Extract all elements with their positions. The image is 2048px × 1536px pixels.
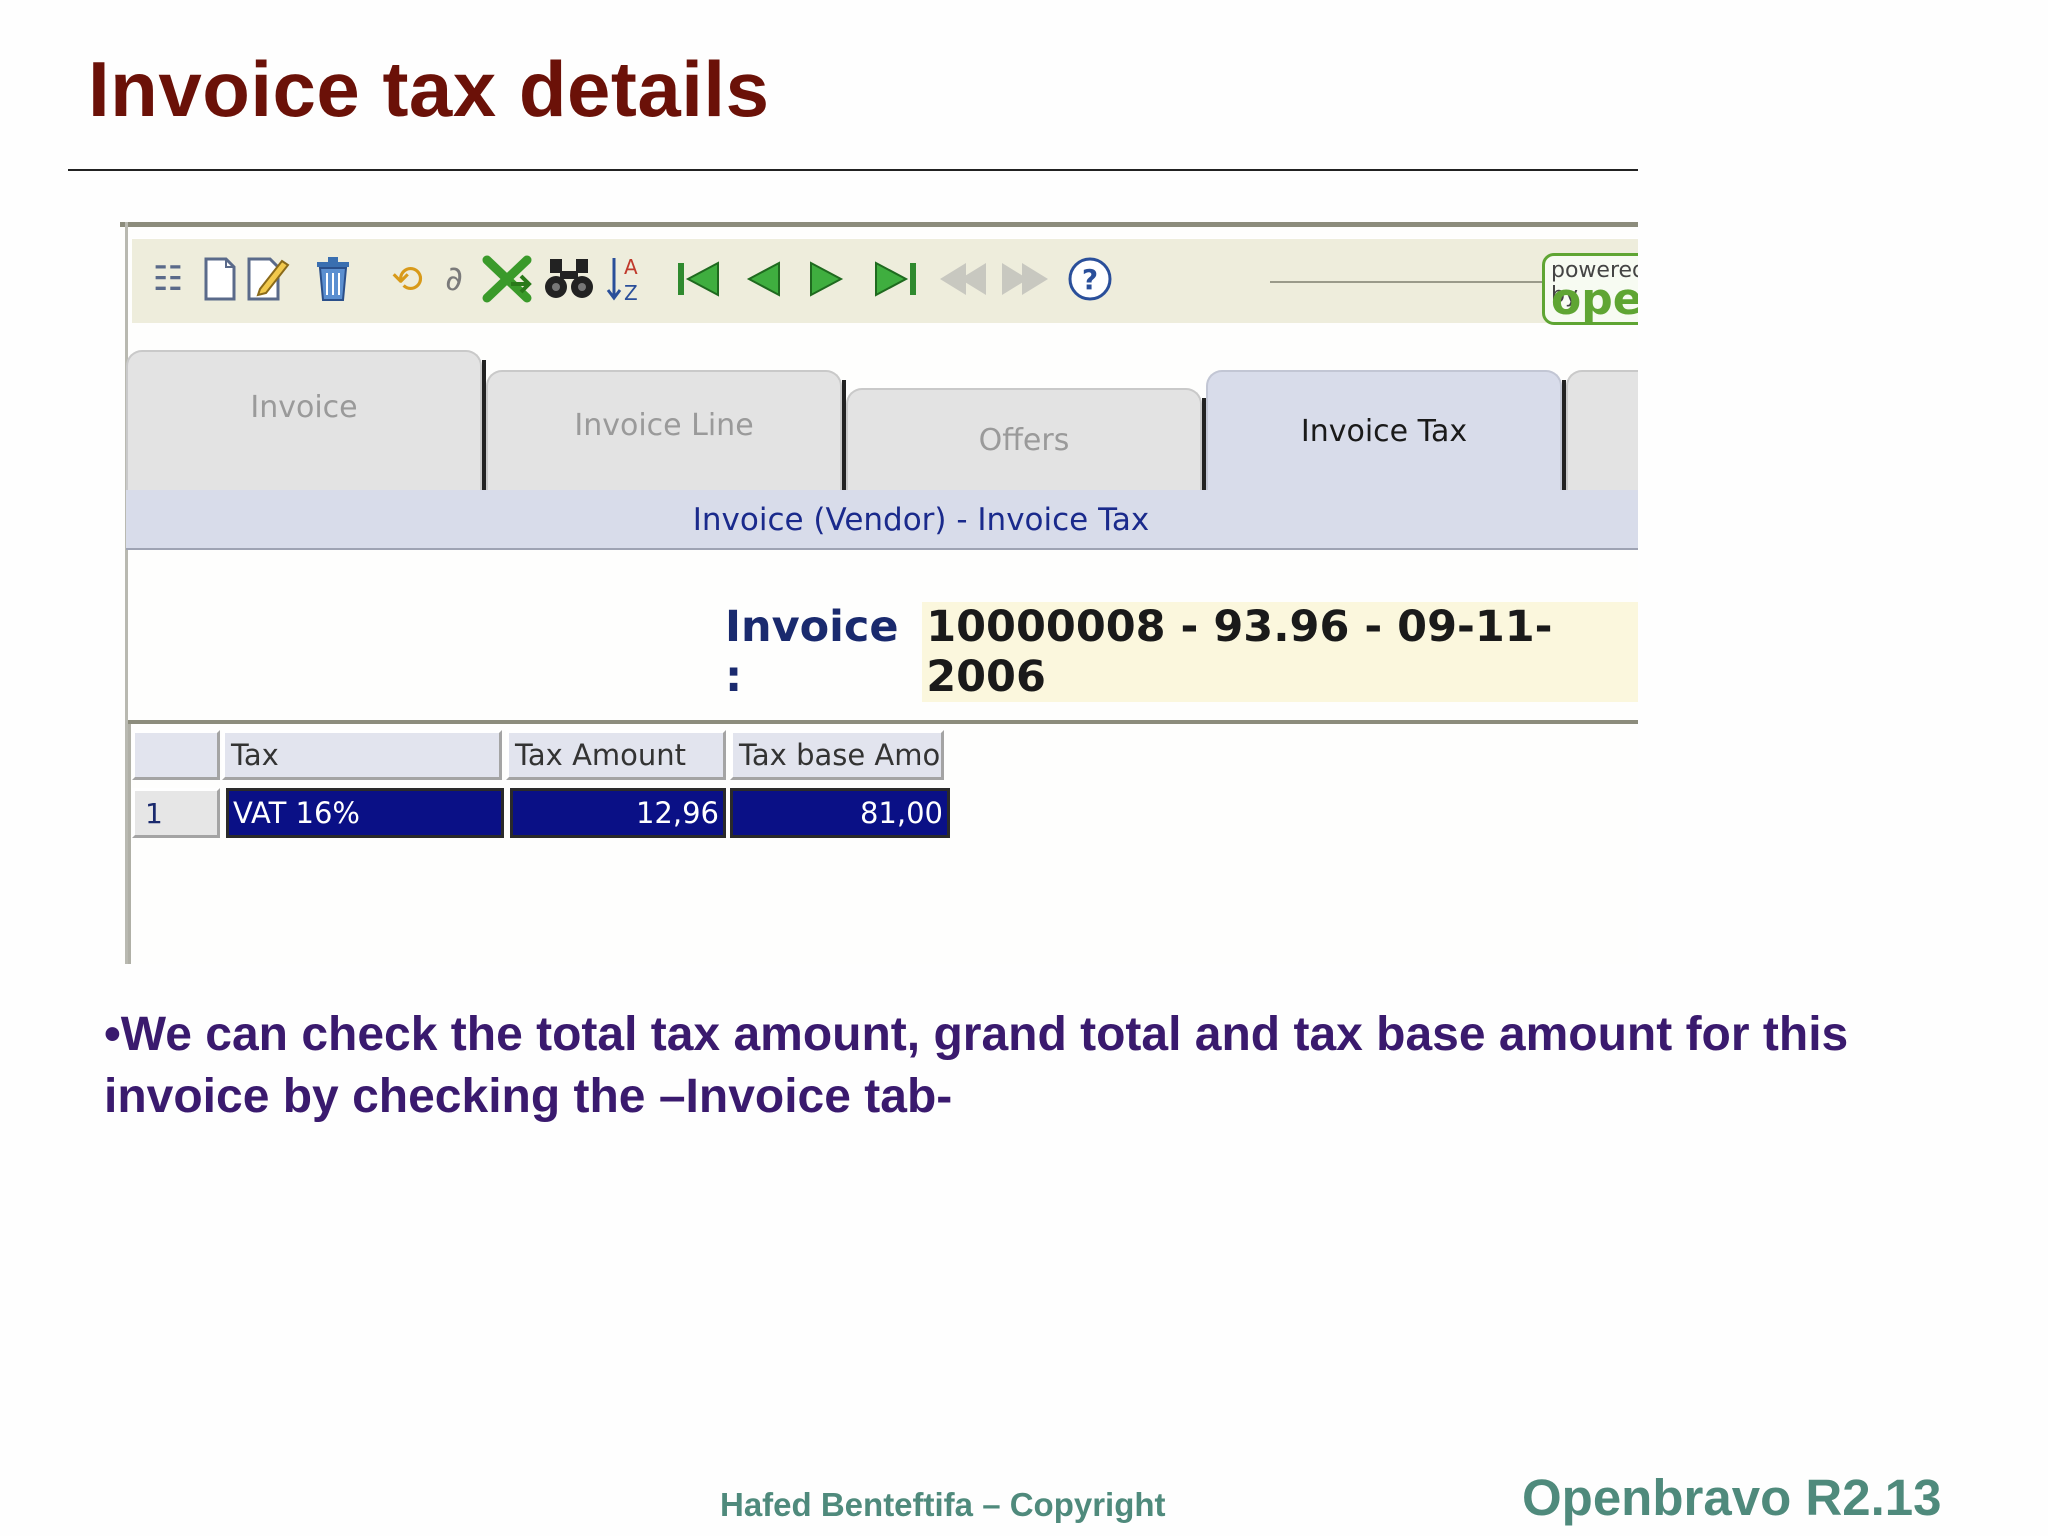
app-screenshot: ☷ ⟲ ∂ AZ ? powered by op Invoice Invoice… bbox=[120, 222, 1638, 964]
tab-label: Invoice Tax bbox=[1300, 413, 1468, 449]
footer-version: Openbravo R2.13 bbox=[1522, 1469, 1942, 1526]
tab-offers[interactable]: Offers bbox=[846, 388, 1206, 490]
column-header-tax-base[interactable]: Tax base Amo bbox=[730, 730, 944, 780]
breadcrumb-bar: Invoice (Vendor) - Invoice Tax bbox=[126, 490, 1638, 550]
record-value: 10000008 - 93.96 - 09-11-2006 bbox=[922, 602, 1638, 702]
bullet-text: •We can check the total tax amount, gran… bbox=[104, 1008, 1849, 1123]
sort-icon[interactable]: AZ bbox=[602, 253, 646, 305]
edit-icon[interactable] bbox=[244, 253, 292, 305]
record-label: Invoice : bbox=[725, 602, 899, 702]
first-record-icon[interactable] bbox=[672, 253, 724, 305]
tab-invoice-line[interactable]: Invoice Line bbox=[486, 370, 846, 490]
toolbar-separator bbox=[1270, 281, 1542, 283]
last-record-icon[interactable] bbox=[870, 253, 922, 305]
cell-tax-base[interactable]: 81,00 bbox=[730, 788, 950, 838]
window-border bbox=[120, 222, 1638, 227]
delete-icon[interactable] bbox=[310, 253, 356, 305]
logo-wordmark: open bbox=[1551, 274, 1638, 325]
column-header-tax[interactable]: Tax bbox=[222, 730, 502, 780]
grid-corner-header bbox=[132, 730, 220, 780]
tab-more[interactable] bbox=[1566, 370, 1638, 490]
title-divider bbox=[68, 169, 1638, 171]
footer-author: Hafed Benteftifa – Copyright bbox=[720, 1486, 1166, 1523]
cell-tax[interactable]: VAT 16% bbox=[226, 788, 504, 838]
svg-text:?: ? bbox=[1082, 263, 1098, 296]
previous-record-icon[interactable] bbox=[740, 253, 786, 305]
help-icon[interactable]: ? bbox=[1064, 253, 1116, 305]
tab-invoice-tax[interactable]: Invoice Tax bbox=[1206, 370, 1566, 490]
next-disabled-icon bbox=[998, 253, 1052, 305]
search-icon[interactable] bbox=[542, 253, 596, 305]
cell-tax-amount[interactable]: 12,96 bbox=[510, 788, 726, 838]
row-number[interactable]: 1 bbox=[132, 788, 220, 838]
new-record-icon[interactable] bbox=[198, 253, 242, 305]
tab-label: Offers bbox=[978, 422, 1070, 458]
refresh-icon[interactable]: ⟲ bbox=[382, 253, 432, 305]
grid-border bbox=[128, 720, 1638, 724]
grid-border-left bbox=[128, 724, 131, 964]
next-record-icon[interactable] bbox=[804, 253, 850, 305]
tree-icon[interactable]: ☷ bbox=[146, 253, 190, 305]
toolbar: ☷ ⟲ ∂ AZ ? powered by op bbox=[132, 238, 1638, 325]
svg-text:Z: Z bbox=[624, 281, 638, 304]
slide-title: Invoice tax details bbox=[88, 45, 770, 133]
attachment-icon[interactable]: ∂ bbox=[434, 253, 474, 305]
breadcrumb: Invoice (Vendor) - Invoice Tax bbox=[692, 502, 1150, 538]
previous-disabled-icon bbox=[936, 253, 990, 305]
tab-label: Invoice bbox=[250, 389, 358, 425]
column-header-tax-amount[interactable]: Tax Amount bbox=[506, 730, 726, 780]
tab-invoice[interactable]: Invoice bbox=[126, 350, 486, 490]
record-header: Invoice : 10000008 - 93.96 - 09-11-2006 bbox=[725, 602, 1638, 702]
svg-text:A: A bbox=[624, 255, 638, 279]
export-icon[interactable] bbox=[478, 253, 536, 305]
openbravo-logo: powered by open bbox=[1542, 253, 1638, 325]
tab-label: Invoice Line bbox=[574, 407, 754, 443]
